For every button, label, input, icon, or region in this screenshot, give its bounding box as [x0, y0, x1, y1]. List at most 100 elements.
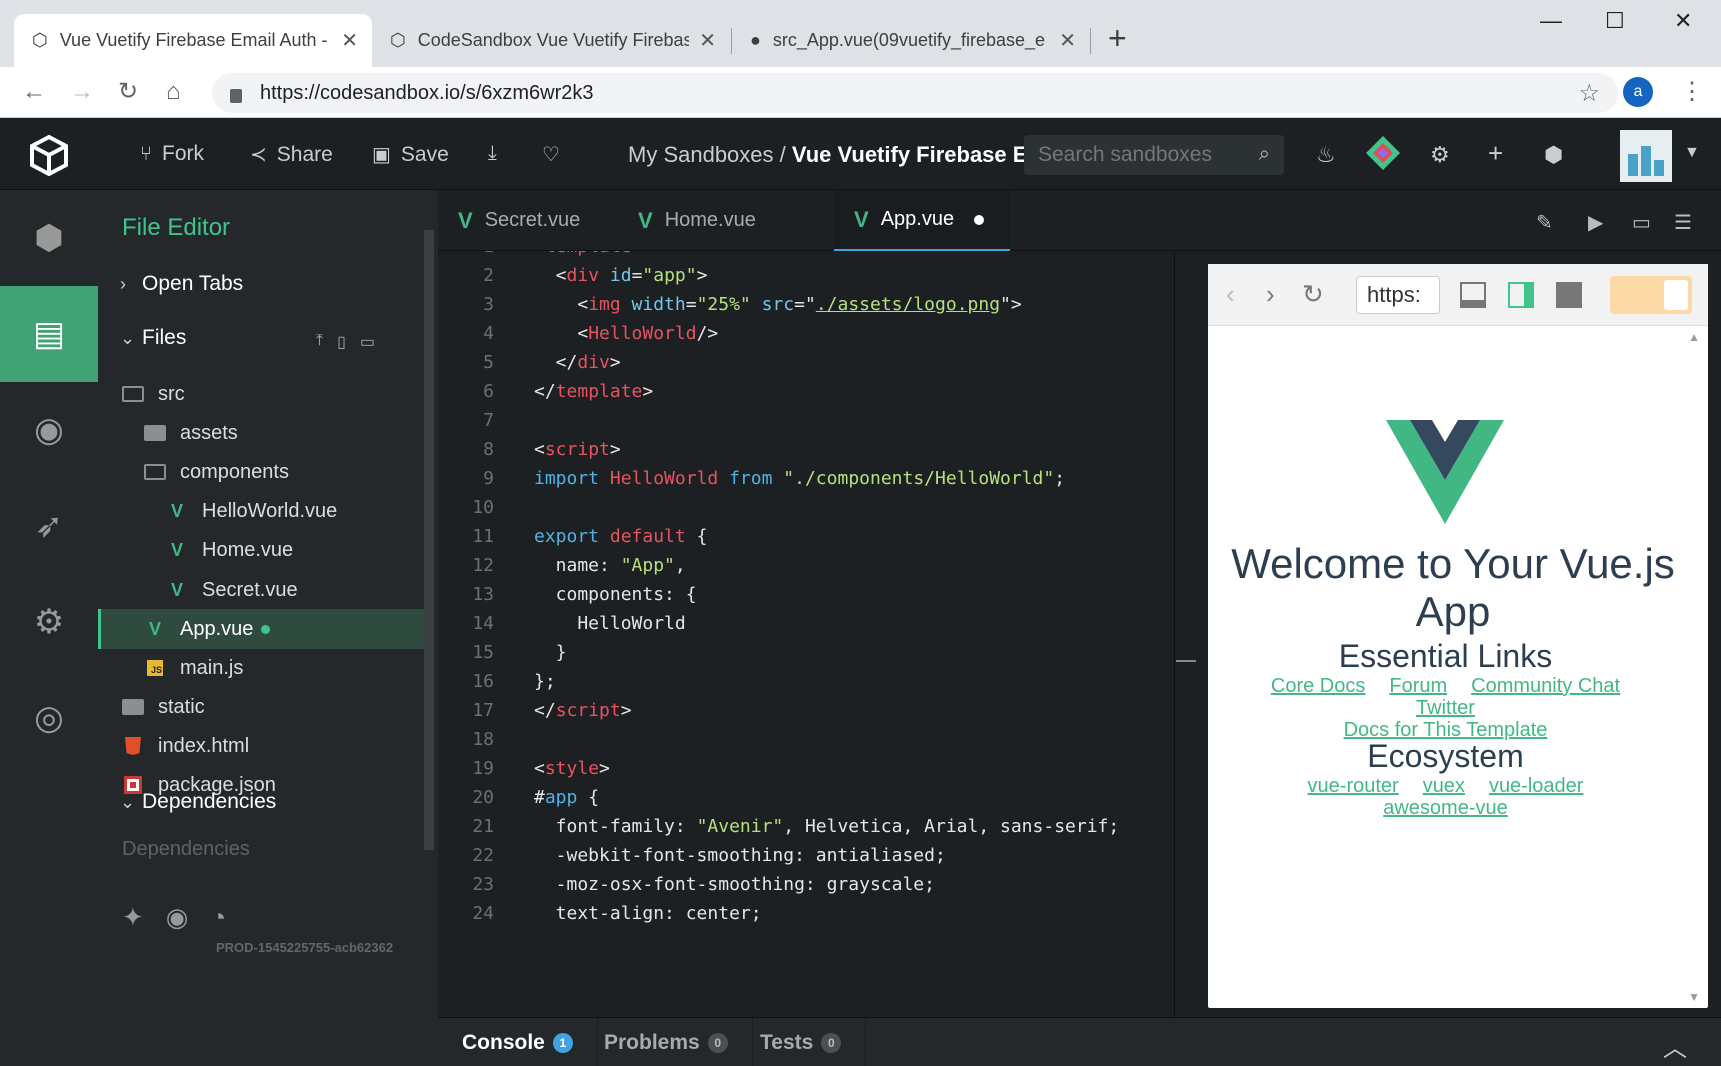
kebab-menu-icon[interactable]: ⋮ [1680, 77, 1704, 106]
twitter-icon[interactable]: ✦ [122, 902, 144, 933]
gear-icon[interactable]: ⚙ [1430, 142, 1450, 168]
new-tab-icon[interactable]: + [1108, 22, 1127, 54]
tree-item-src[interactable]: src [98, 374, 424, 414]
core-docs-link[interactable]: Core Docs [1271, 675, 1365, 697]
tree-item-components[interactable]: components [98, 452, 424, 492]
close-tab-icon[interactable]: ✕ [341, 28, 358, 53]
project-info-icon[interactable]: ⬢ [0, 190, 98, 286]
prettify-brush-icon[interactable]: ✎ [1536, 210, 1553, 235]
new-folder-icon[interactable]: ▭ [360, 332, 375, 352]
preview-back-icon[interactable]: ‹ [1226, 280, 1235, 308]
close-tab-icon[interactable]: ✕ [1059, 28, 1076, 53]
tab-label: Secret.vue [484, 209, 581, 231]
breadcrumb-parent[interactable]: My Sandboxes / [628, 142, 786, 167]
codesandbox-logo-icon[interactable] [28, 134, 70, 176]
tree-item-app[interactable]: V App.vue [98, 609, 424, 649]
twitter-link[interactable]: Twitter [1416, 697, 1475, 719]
tree-item-home[interactable]: V Home.vue [98, 530, 424, 570]
back-arrow-icon[interactable]: ← [22, 77, 46, 107]
scroll-down-arrow-icon[interactable]: ▼ [1688, 990, 1700, 1004]
github-icon[interactable]: ◉ [166, 902, 189, 933]
forum-link[interactable]: Forum [1389, 675, 1447, 697]
files-section[interactable]: ⌄ Files [120, 326, 186, 350]
reload-icon[interactable]: ↻ [118, 77, 138, 107]
config-files-icon[interactable]: ⚙ [0, 574, 98, 670]
preview-refresh-icon[interactable]: ↻ [1302, 280, 1324, 308]
scroll-up-arrow-icon[interactable]: ▲ [1688, 330, 1700, 344]
preview-forward-icon[interactable]: › [1266, 280, 1275, 308]
close-tab-icon[interactable]: ✕ [699, 28, 716, 53]
preview-url-input[interactable]: https: [1356, 276, 1440, 314]
tree-item-static[interactable]: static [98, 687, 424, 727]
search-sandboxes-input[interactable]: Search sandboxes ⌕ [1024, 135, 1284, 175]
tab-problems[interactable]: Problems 0 [580, 1018, 753, 1066]
tree-item-index-html[interactable]: index.html [98, 726, 424, 766]
window-close-icon[interactable]: ✕ [1674, 8, 1692, 34]
tree-item-main-js[interactable]: JS main.js [98, 648, 424, 688]
deploy-rocket-icon[interactable]: ➶ [0, 478, 98, 574]
tree-item-label: assets [180, 421, 238, 444]
sidebar-scrollbar[interactable] [424, 230, 434, 850]
flame-icon[interactable]: ♨ [1316, 142, 1336, 168]
problems-label: Problems [604, 1030, 700, 1054]
terminal-icon[interactable]: ▭ [1632, 210, 1651, 235]
editor-preview-divider[interactable] [1174, 251, 1175, 1017]
preview-view-icon[interactable] [1556, 282, 1582, 308]
preview-toggle[interactable] [1610, 276, 1692, 314]
maximize-icon[interactable]: ☐ [1605, 8, 1625, 34]
box-icon[interactable]: ⬢ [1544, 142, 1563, 168]
new-file-icon[interactable]: ▯ [337, 332, 346, 352]
minimize-icon[interactable]: — [1540, 8, 1562, 34]
editor-view-icon[interactable] [1460, 282, 1486, 308]
code-line: 8 <script> [483, 439, 621, 460]
tab-tests[interactable]: Tests 0 [736, 1018, 867, 1066]
tree-item-assets[interactable]: assets [98, 413, 424, 453]
home-icon[interactable]: ⌂ [166, 77, 181, 107]
file-editor-icon[interactable]: ▤ [0, 286, 98, 382]
chevron-up-icon[interactable]: ︿ [1663, 1028, 1687, 1063]
resize-handle[interactable] [1176, 660, 1196, 662]
address-bar[interactable]: https://codesandbox.io/s/6xzm6wr2k3 ☆ [212, 73, 1618, 113]
code-editor[interactable]: 1<template> 2 <div id="app"> 3 <img widt… [438, 251, 1174, 1017]
github-icon[interactable]: ◉ [0, 382, 98, 478]
spectrum-icon[interactable]: ◔ [210, 902, 226, 933]
browser-tab[interactable]: ⬡ CodeSandbox Vue Vuetify Firebase ✕ [372, 14, 730, 67]
tab-app-vue[interactable]: V App.vue [834, 190, 1010, 251]
preview-toggle-icon[interactable]: ▶ [1588, 210, 1603, 235]
tree-item-helloworld[interactable]: V HelloWorld.vue [98, 491, 424, 531]
tab-home-vue[interactable]: V Home.vue [618, 190, 818, 251]
chevron-down-icon[interactable]: ▼ [1684, 144, 1700, 162]
share-button[interactable]: ≺ Share [250, 142, 333, 167]
save-button[interactable]: ▣ Save [372, 142, 449, 167]
vue-router-link[interactable]: vue-router [1308, 775, 1399, 797]
code-line: 18 [472, 729, 494, 750]
user-avatar[interactable] [1620, 130, 1672, 182]
upload-icon[interactable]: ⤒ [316, 332, 323, 352]
open-tabs-section[interactable]: › Open Tabs [120, 272, 243, 296]
folder-open-icon [122, 386, 144, 402]
profile-avatar[interactable]: a [1623, 77, 1653, 107]
community-chat-link[interactable]: Community Chat [1471, 675, 1620, 697]
like-button[interactable]: ♡ [542, 142, 560, 167]
vue-file-icon: V [148, 618, 161, 639]
browser-tab[interactable]: ● src_App.vue(09vuetify_firebase_e ✕ [732, 14, 1090, 67]
tab-console[interactable]: Console 1 [438, 1018, 598, 1066]
forward-arrow-icon[interactable]: → [70, 77, 94, 107]
dependencies-section[interactable]: ⌄ Dependencies [120, 790, 276, 814]
code-line: 4 <HelloWorld/> [483, 323, 719, 344]
fork-button[interactable]: ⑂ Fork [140, 142, 204, 166]
tab-secret-vue[interactable]: V Secret.vue [438, 190, 618, 251]
live-icon[interactable]: ◎ [0, 670, 98, 766]
browser-tab[interactable]: ⬡ Vue Vuetify Firebase Email Auth - ✕ [14, 14, 372, 67]
vue-loader-link[interactable]: vue-loader [1489, 775, 1584, 797]
awesome-vue-link[interactable]: awesome-vue [1383, 797, 1508, 819]
split-view-icon[interactable] [1508, 282, 1534, 308]
code-line: 5 </div> [483, 352, 621, 373]
tree-item-secret[interactable]: V Secret.vue [98, 570, 424, 610]
patron-badge-icon[interactable] [1364, 134, 1402, 172]
bookmark-star-icon[interactable]: ☆ [1578, 79, 1600, 108]
download-button[interactable]: ⤓ [488, 142, 497, 165]
console-layout-icon[interactable]: ☰ [1674, 210, 1692, 235]
vuex-link[interactable]: vuex [1423, 775, 1465, 797]
plus-icon[interactable]: + [1488, 138, 1503, 169]
